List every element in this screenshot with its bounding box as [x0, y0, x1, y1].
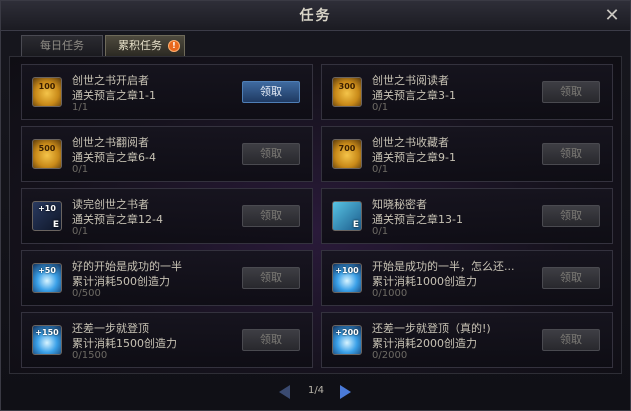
reward-amount: 100: [38, 82, 56, 91]
quest-name: 好的开始是成功的一半: [72, 260, 182, 273]
tab-cumulative[interactable]: 累积任务 !: [105, 35, 185, 56]
reward-amount: +50: [38, 266, 56, 275]
quest-requirement: 通关预言之章13-1: [372, 213, 463, 226]
close-icon[interactable]: ✕: [602, 6, 622, 26]
quest-card: +10 E 读完创世之书者通关预言之章12-4 0/1 领取: [21, 188, 313, 244]
quest-list: 100 创世之书开启者 通关预言之章1-1 1/1 领取 300 创世之书阅读者 通关预言之章…: [9, 56, 622, 374]
creation-orb-icon: +150: [32, 325, 62, 355]
pagination: 1/4: [1, 382, 630, 402]
quest-card: +50 好的开始是成功的一半 累计消耗500创造力 0/500 领取: [21, 250, 313, 306]
reward-amount: +10: [38, 204, 56, 213]
quest-progress: 0/1500: [72, 350, 108, 361]
quest-requirement: 累计消耗500创造力: [72, 275, 170, 288]
reward-letter: E: [352, 220, 359, 230]
reward-amount: +200: [335, 328, 359, 337]
quest-card: 500 创世之书翻阅者 通关预言之章6-4 0/1 领取: [21, 126, 313, 182]
quest-name: 创世之书收藏者: [372, 136, 449, 149]
quest-progress: 0/1000: [372, 288, 408, 299]
alert-badge-icon: !: [168, 40, 180, 52]
tab-daily[interactable]: 每日任务: [21, 35, 103, 56]
quest-card: 300 创世之书阅读者 通关预言之章3-1 0/1 领取: [321, 64, 613, 120]
quest-requirement: 通关预言之章1-1: [72, 89, 156, 102]
quest-name: 开始是成功的一半，怎么还...: [372, 260, 515, 273]
claim-button[interactable]: 领取: [242, 205, 300, 227]
claim-button[interactable]: 领取: [542, 81, 600, 103]
page-indicator: 1/4: [307, 385, 325, 396]
claim-button[interactable]: 领取: [542, 143, 600, 165]
quest-progress: 0/2000: [372, 350, 408, 361]
creation-orb-icon: +100: [332, 263, 362, 293]
reward-amount: 700: [338, 144, 356, 153]
quest-window: 任务 ✕ 每日任务 累积任务 ! 100 创世之书开启者 通关预言之章1-1 1/1 领…: [0, 0, 631, 411]
claim-button[interactable]: 领取: [542, 205, 600, 227]
claim-button[interactable]: 领取: [542, 329, 600, 351]
gold-coin-icon: 500: [32, 139, 62, 169]
quest-name: 还差一步就登顶: [72, 322, 149, 335]
quest-name: 读完创世之书者: [72, 198, 149, 211]
quest-progress: 0/500: [72, 288, 101, 299]
claim-button[interactable]: 领取: [242, 143, 300, 165]
exp-book-icon: +10 E: [32, 201, 62, 231]
window-title: 任务: [299, 8, 332, 24]
quest-requirement: 通关预言之章6-4: [72, 151, 156, 164]
tab-cumulative-label: 累积任务: [118, 39, 162, 52]
quest-requirement: 通关预言之章3-1: [372, 89, 456, 102]
quest-name: 创世之书翻阅者: [72, 136, 149, 149]
reward-amount: +150: [35, 328, 59, 337]
quest-requirement: 累计消耗2000创造力: [372, 337, 477, 350]
prev-page-arrow-icon[interactable]: [279, 385, 290, 399]
quest-progress: 0/1: [372, 164, 389, 175]
title-bar: 任务 ✕: [1, 1, 630, 31]
quest-card: +100 开始是成功的一半，怎么还... 累计消耗1000创造力 0/1000 领取: [321, 250, 613, 306]
quest-name: 知晓秘密者: [372, 198, 427, 211]
quest-name: 创世之书阅读者: [372, 74, 449, 87]
gold-coin-icon: 100: [32, 77, 62, 107]
quest-card: 700 创世之书收藏者 通关预言之章9-1 0/1 领取: [321, 126, 613, 182]
quest-card: 100 创世之书开启者 通关预言之章1-1 1/1 领取: [21, 64, 313, 120]
quest-progress: 0/1: [372, 226, 389, 237]
gold-coin-icon: 700: [332, 139, 362, 169]
quest-requirement: 通关预言之章12-4: [72, 213, 163, 226]
quest-card: E 知晓秘密者通关预言之章13-1 0/1 领取: [321, 188, 613, 244]
reward-amount: +100: [335, 266, 359, 275]
quest-progress: 0/1: [72, 226, 89, 237]
reward-letter: E: [52, 220, 59, 230]
creation-orb-icon: +50: [32, 263, 62, 293]
creation-orb-icon: +200: [332, 325, 362, 355]
quest-card: +200 还差一步就登顶（真的!) 累计消耗2000创造力 0/2000 领取: [321, 312, 613, 368]
quest-requirement: 累计消耗1000创造力: [372, 275, 477, 288]
quest-requirement: 通关预言之章9-1: [372, 151, 456, 164]
reward-amount: 500: [38, 144, 56, 153]
reward-amount: 300: [338, 82, 356, 91]
claim-button[interactable]: 领取: [242, 267, 300, 289]
claim-button[interactable]: 领取: [242, 81, 300, 103]
gold-coin-icon: 300: [332, 77, 362, 107]
quest-requirement: 累计消耗1500创造力: [72, 337, 177, 350]
quest-progress: 0/1: [372, 102, 389, 113]
quest-progress: 0/1: [72, 164, 89, 175]
claim-button[interactable]: 领取: [542, 267, 600, 289]
quest-name: 还差一步就登顶（真的!): [372, 322, 491, 335]
quest-card: +150 还差一步就登顶累计消耗1500创造力 0/1500 领取: [21, 312, 313, 368]
ticket-card-icon: E: [332, 201, 362, 231]
quest-name: 创世之书开启者: [72, 74, 149, 87]
claim-button[interactable]: 领取: [242, 329, 300, 351]
next-page-arrow-icon[interactable]: [340, 385, 351, 399]
quest-progress: 1/1: [72, 102, 89, 113]
